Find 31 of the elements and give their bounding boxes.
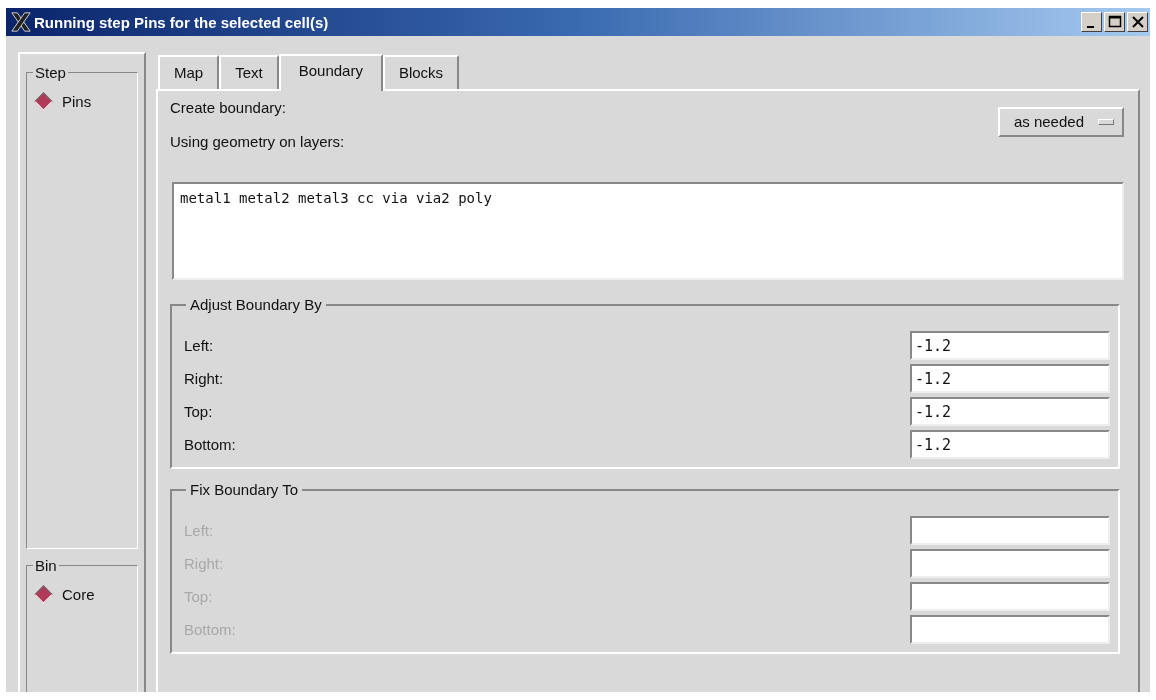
input-field[interactable]: -1.2 — [910, 430, 1110, 459]
field-label: Bottom: — [184, 436, 236, 453]
field-label: Left: — [184, 337, 214, 354]
close-button[interactable] — [1127, 12, 1148, 32]
close-icon — [1129, 14, 1146, 30]
field-label: Using geometry on layers: — [170, 133, 346, 150]
tab[interactable]: Map — [158, 55, 220, 89]
field-label: Top: — [184, 403, 213, 420]
group-title: Fix Boundary To — [189, 481, 300, 498]
input-field[interactable]: -1.2 — [910, 331, 1110, 360]
layers-text-area[interactable]: metal1 metal2 metal3 cc via via2 poly — [172, 182, 1124, 280]
dropdown-indicator-icon — [1098, 118, 1114, 125]
option-label: Core — [62, 586, 95, 603]
window-title: Running step Pins for the selected cell(s) — [34, 13, 329, 31]
tab[interactable]: Text — [219, 55, 279, 89]
minimize-icon — [1086, 26, 1094, 28]
group-title: Adjust Boundary By — [189, 296, 323, 313]
minimize-button[interactable] — [1081, 12, 1102, 32]
input-field[interactable]: -1.2 — [910, 397, 1110, 426]
field-label: Create boundary: — [170, 99, 286, 116]
group-title: Bin — [34, 557, 58, 574]
field-label: Right: — [184, 370, 224, 387]
input-field[interactable]: -1.2 — [910, 364, 1110, 393]
tab[interactable]: Blocks — [382, 55, 460, 89]
dropdown[interactable]: as needed — [997, 107, 1124, 137]
maximize-button[interactable] — [1104, 12, 1125, 32]
group-title: Step — [34, 64, 67, 81]
x-logo-icon — [10, 11, 32, 33]
maximize-icon — [1106, 14, 1123, 30]
tab[interactable]: Boundary — [278, 54, 383, 91]
option-label: Pins — [62, 93, 92, 110]
